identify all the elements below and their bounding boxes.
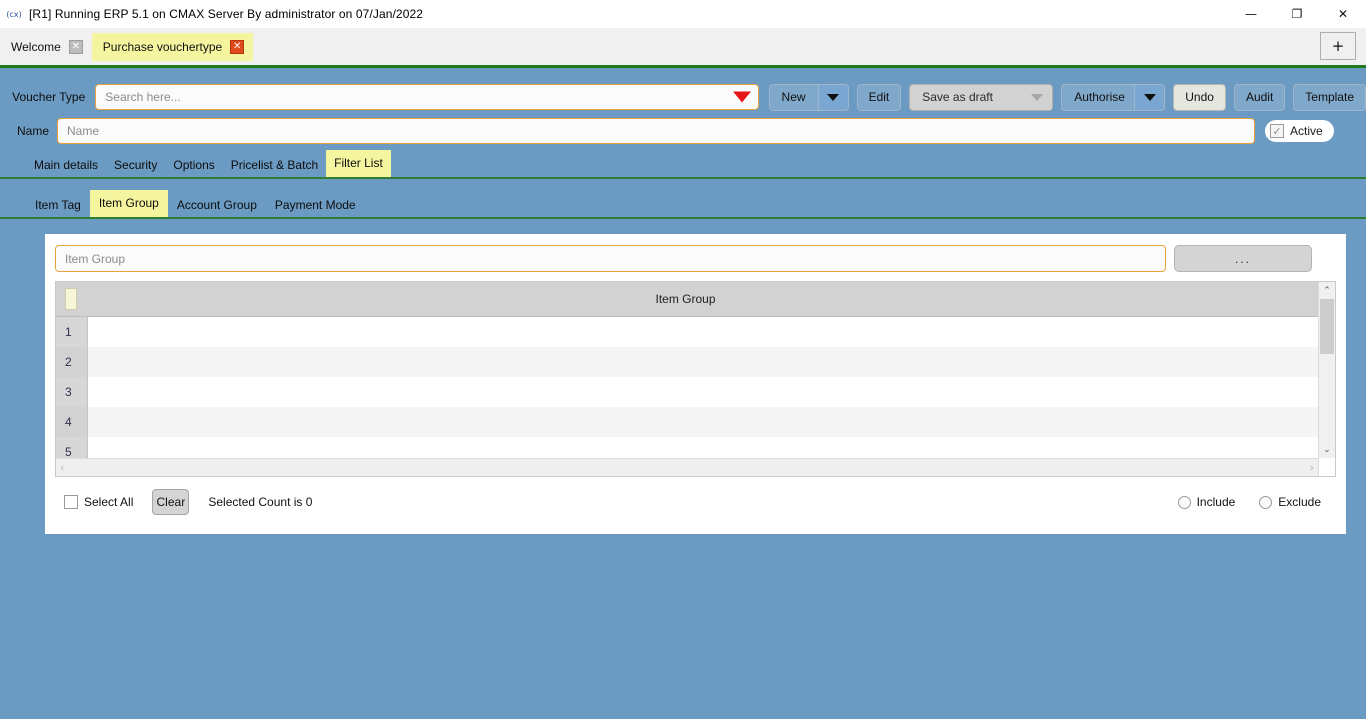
table-row[interactable]: 5 — [56, 436, 1318, 458]
sub-tab-bar: Item Tag Item Group Account Group Paymen… — [0, 190, 1366, 219]
select-all-checkbox-icon[interactable] — [64, 495, 78, 509]
include-radio-icon[interactable] — [1177, 495, 1191, 509]
exclude-radio-option[interactable]: Exclude — [1254, 491, 1332, 513]
new-button-chevron-down-icon[interactable] — [817, 84, 848, 110]
row-number: 5 — [56, 436, 88, 458]
row-number: 1 — [56, 317, 88, 347]
clear-button[interactable]: Clear — [152, 489, 190, 515]
grid-select-all-corner[interactable] — [65, 288, 77, 310]
app-logo-icon: (cx) — [6, 9, 22, 19]
item-group-grid: Item Group 1 2 3 4 5 ‹ › ⌃ ⌄ — [55, 281, 1336, 477]
tab-filter-list[interactable]: Filter List — [326, 150, 391, 177]
voucher-type-label: Voucher Type — [12, 90, 86, 104]
name-row: Name ✓ Active — [0, 112, 1366, 146]
template-button[interactable]: Template — [1293, 83, 1366, 111]
tab-welcome[interactable]: Welcome ✕ — [0, 34, 92, 60]
grid-body: 1 2 3 4 5 — [56, 317, 1318, 458]
selected-count-text: Selected Count is 0 — [208, 495, 313, 509]
save-as-draft-chevron-down-icon[interactable] — [1022, 84, 1053, 110]
main-tab-bar: Main details Security Options Pricelist … — [0, 150, 1366, 179]
subtab-payment-mode[interactable]: Payment Mode — [266, 194, 365, 217]
row-cell-item-group[interactable] — [88, 317, 1318, 347]
filter-list-panel: ... Item Group 1 2 — [45, 234, 1346, 534]
table-row[interactable]: 4 — [56, 406, 1318, 437]
window-title: [R1] Running ERP 5.1 on CMAX Server By a… — [29, 7, 424, 21]
name-input[interactable] — [57, 118, 1255, 144]
subtab-item-tag[interactable]: Item Tag — [26, 194, 90, 217]
table-row[interactable]: 2 — [56, 346, 1318, 377]
select-all-toggle[interactable]: Select All — [59, 491, 145, 513]
table-row[interactable]: 1 — [56, 317, 1318, 347]
active-label: Active — [1290, 124, 1323, 138]
tab-welcome-close-icon[interactable]: ✕ — [68, 40, 83, 54]
save-as-draft-label: Save as draft — [922, 90, 993, 104]
scrollbar-corner — [1319, 458, 1335, 476]
scroll-right-icon[interactable]: › — [1310, 461, 1314, 474]
row-cell-item-group[interactable] — [88, 346, 1318, 377]
audit-button[interactable]: Audit — [1233, 83, 1286, 111]
scroll-down-icon[interactable]: ⌄ — [1319, 441, 1335, 458]
exclude-radio-icon[interactable] — [1259, 495, 1273, 509]
include-exclude-group: Include Exclude — [1172, 491, 1332, 513]
tab-purchase-vouchertype-close-icon[interactable]: ✕ — [230, 40, 245, 54]
dropdown-caret-icon[interactable] — [732, 91, 751, 103]
undo-button[interactable]: Undo — [1173, 83, 1226, 111]
panel-footer: Select All Clear Selected Count is 0 Inc… — [55, 489, 1336, 515]
item-group-search-row: ... — [55, 245, 1336, 272]
row-number: 2 — [56, 346, 88, 377]
include-label: Include — [1196, 495, 1236, 509]
scroll-left-icon[interactable]: ‹ — [60, 461, 64, 474]
edit-button[interactable]: Edit — [856, 83, 902, 111]
app-body: Voucher Type New Edit Save as draft Auth… — [0, 68, 1366, 719]
include-radio-option[interactable]: Include — [1172, 491, 1247, 513]
tab-main-details[interactable]: Main details — [26, 154, 106, 177]
toolbar-buttons: New Edit Save as draft Authorise Undo Au… — [768, 83, 1366, 111]
tab-welcome-label: Welcome — [11, 40, 61, 54]
tab-purchase-vouchertype[interactable]: Purchase vouchertype ✕ — [91, 33, 254, 61]
vertical-scroll-thumb[interactable] — [1320, 299, 1334, 354]
active-toggle[interactable]: ✓ Active — [1265, 120, 1334, 142]
maximize-icon[interactable]: ❐ — [1274, 0, 1320, 28]
tab-purchase-vouchertype-label: Purchase vouchertype — [102, 40, 223, 54]
row-cell-item-group[interactable] — [88, 436, 1318, 458]
table-row[interactable]: 3 — [56, 376, 1318, 407]
tab-options[interactable]: Options — [165, 154, 222, 177]
voucher-type-search-wrap — [95, 84, 759, 110]
subtab-account-group[interactable]: Account Group — [168, 194, 266, 217]
grid-vertical-scrollbar[interactable]: ⌃ ⌄ — [1318, 282, 1335, 476]
document-tab-strip: Welcome ✕ Purchase vouchertype ✕ + — [0, 28, 1366, 68]
row-cell-item-group[interactable] — [88, 376, 1318, 407]
new-button[interactable]: New — [768, 83, 849, 111]
row-number: 3 — [56, 376, 88, 407]
scroll-up-icon[interactable]: ⌃ — [1319, 282, 1335, 299]
authorise-button[interactable]: Authorise — [1061, 83, 1166, 111]
title-bar: (cx) [R1] Running ERP 5.1 on CMAX Server… — [0, 0, 1366, 28]
minimize-icon[interactable]: — — [1228, 0, 1274, 28]
authorise-chevron-down-icon[interactable] — [1134, 84, 1165, 110]
voucher-type-row: Voucher Type New Edit Save as draft Auth… — [0, 68, 1366, 112]
voucher-type-search-input[interactable] — [95, 84, 759, 110]
name-label: Name — [16, 124, 49, 138]
grid-main: Item Group 1 2 3 4 5 ‹ › — [56, 282, 1318, 476]
select-all-label: Select All — [84, 495, 134, 509]
subtab-item-group[interactable]: Item Group — [89, 190, 168, 217]
tab-security[interactable]: Security — [106, 154, 165, 177]
row-number: 4 — [56, 406, 88, 437]
tab-pricelist-and-batch[interactable]: Pricelist & Batch — [223, 154, 326, 177]
active-checkbox-icon[interactable]: ✓ — [1270, 124, 1284, 138]
item-group-browse-button[interactable]: ... — [1174, 245, 1312, 272]
new-tab-button[interactable]: + — [1320, 32, 1356, 60]
grid-column-header-item-group[interactable]: Item Group — [77, 292, 1294, 306]
grid-header-row: Item Group — [56, 282, 1318, 317]
vertical-scroll-track[interactable] — [1319, 299, 1335, 441]
close-icon[interactable]: ✕ — [1320, 0, 1366, 28]
grid-horizontal-scrollbar[interactable]: ‹ › — [56, 458, 1318, 476]
save-as-draft-button[interactable]: Save as draft — [909, 83, 1054, 111]
row-cell-item-group[interactable] — [88, 406, 1318, 437]
item-group-input[interactable] — [55, 245, 1166, 272]
authorise-label: Authorise — [1074, 90, 1125, 104]
exclude-label: Exclude — [1278, 495, 1321, 509]
window-controls: — ❐ ✕ — [1228, 0, 1366, 28]
new-button-label: New — [781, 90, 806, 104]
